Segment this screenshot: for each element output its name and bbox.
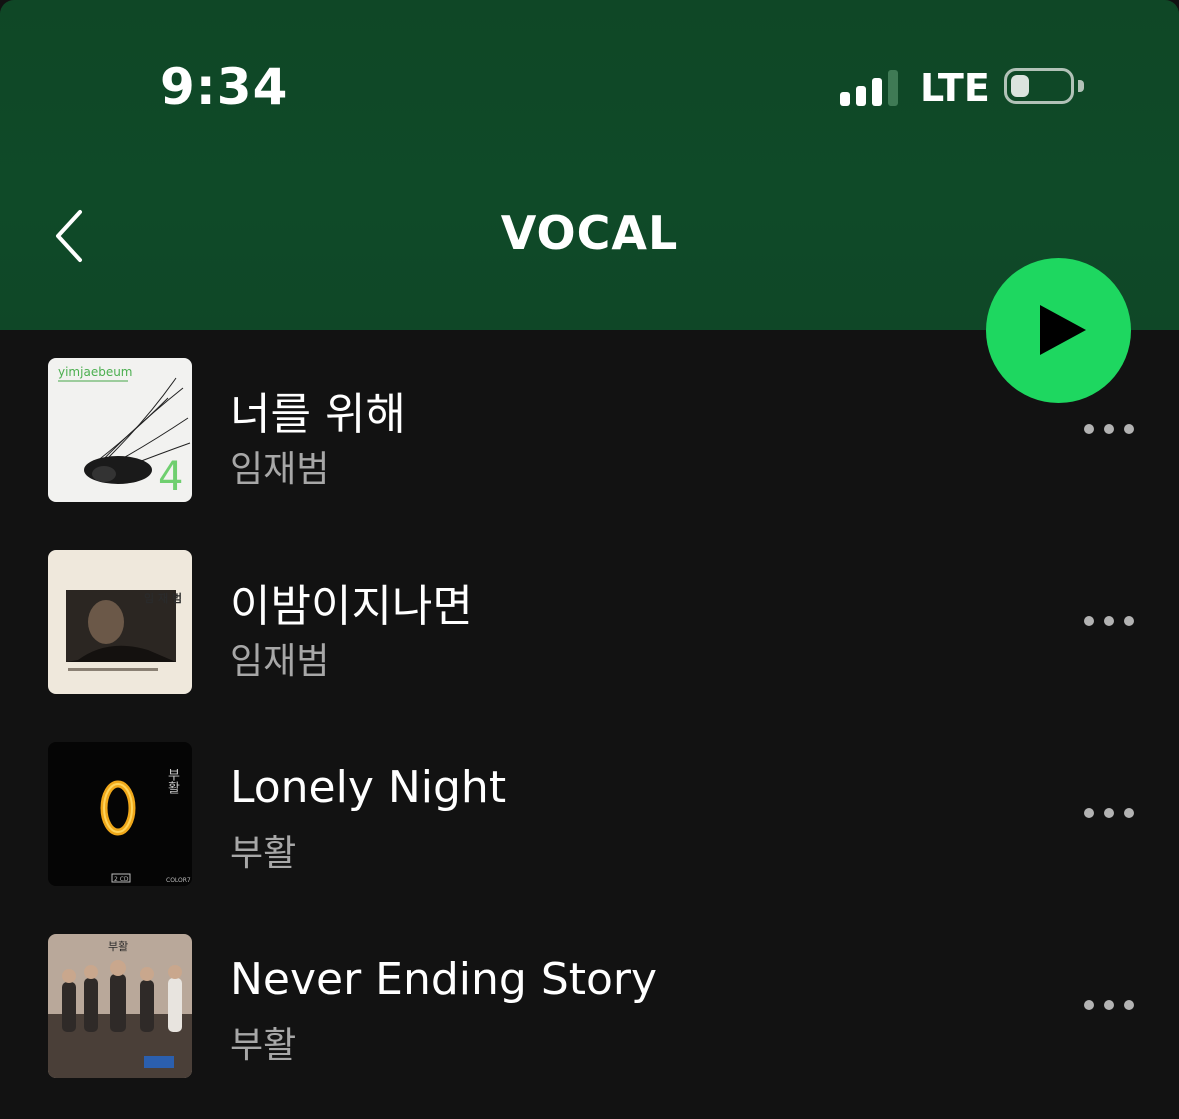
track-row[interactable]: 임 재 범 이밤이지나면 임재범 xyxy=(0,550,1179,694)
track-row[interactable]: 부활 2 CD COLOR7 Lonely Night 부활 xyxy=(0,742,1179,886)
play-icon xyxy=(1040,305,1086,355)
album-art: yimjaebeum 4 xyxy=(48,358,192,502)
signal-strength-icon xyxy=(840,70,898,106)
track-title: 너를 위해 xyxy=(230,389,406,440)
art-text: 부활 xyxy=(108,939,128,953)
album-art: 임 재 범 xyxy=(48,550,192,694)
track-artist: 부활 xyxy=(230,1025,297,1066)
art-label: COLOR7 xyxy=(166,877,191,884)
play-button[interactable] xyxy=(986,258,1131,403)
network-type: LTE xyxy=(920,66,990,110)
track-artist: 임재범 xyxy=(230,449,330,490)
track-title: Lonely Night xyxy=(230,762,507,813)
more-options-icon[interactable] xyxy=(1080,998,1136,1012)
art-text: 부활 xyxy=(165,768,180,794)
art-badge: 2 CD xyxy=(114,876,129,883)
battery-icon xyxy=(1004,68,1074,104)
track-title: 이밤이지나면 xyxy=(230,581,473,632)
track-title: Never Ending Story xyxy=(230,954,658,1005)
album-art: 부활 2 CD COLOR7 xyxy=(48,742,192,886)
battery-tip xyxy=(1078,80,1084,92)
track-row[interactable]: yimjaebeum 4 너를 위해 임재범 xyxy=(0,358,1179,502)
status-time: 9:34 xyxy=(160,58,289,116)
art-text: yimjaebeum xyxy=(58,365,133,379)
track-row[interactable]: 부활 Never Ending Story 부활 xyxy=(0,934,1179,1078)
track-artist: 부활 xyxy=(230,833,297,874)
track-artist: 임재범 xyxy=(230,641,330,682)
art-text: 임 재 범 xyxy=(144,591,182,605)
album-art: 부활 xyxy=(48,934,192,1078)
art-label: 4 xyxy=(158,454,183,500)
page-title: VOCAL xyxy=(500,206,679,260)
more-options-icon[interactable] xyxy=(1080,614,1136,628)
more-options-icon[interactable] xyxy=(1080,422,1136,436)
header: 9:34 LTE VOCAL xyxy=(0,0,1179,330)
more-options-icon[interactable] xyxy=(1080,806,1136,820)
